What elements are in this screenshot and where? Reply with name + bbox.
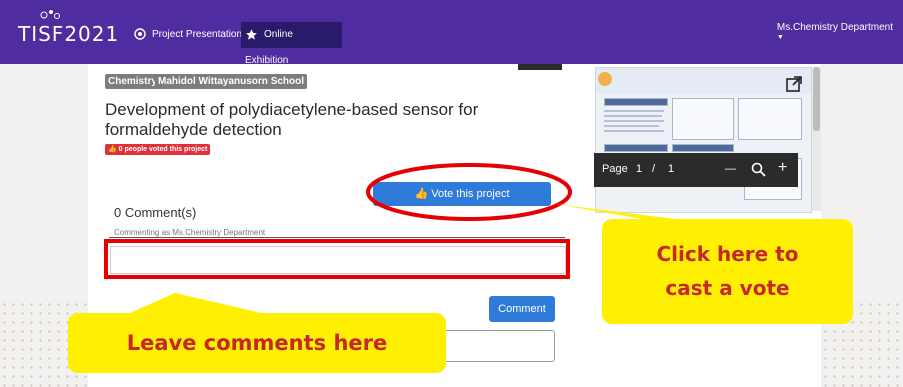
vote-callout-line1: Click here to [656, 242, 799, 266]
comment-callout: Leave comments here [68, 313, 446, 373]
vote-callout-line2: cast a vote [665, 276, 790, 300]
vote-callout: Click here to cast a vote [602, 219, 853, 324]
